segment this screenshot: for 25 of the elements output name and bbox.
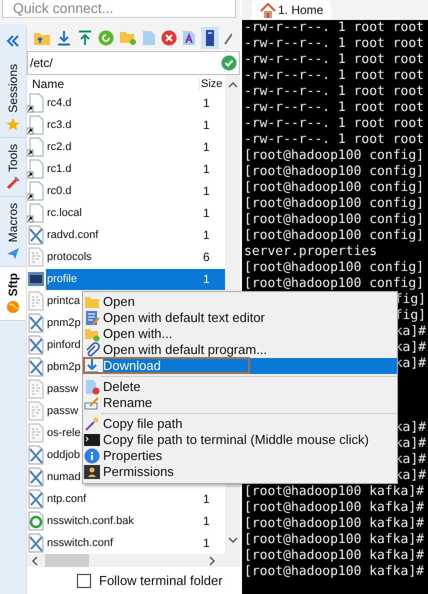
terminal-line: fig] xyxy=(394,293,426,307)
terminal-line: [root@hadoop100 config] xyxy=(244,277,424,291)
terminal-line: [root@hadoop100 config] xyxy=(244,149,424,163)
terminal-line: [root@hadoop100 config] xyxy=(244,165,424,179)
terminal-line: -rw-r--r--. 1 root root xyxy=(244,69,424,83)
terminal-line: -rw-r--r--. 1 root root xyxy=(244,133,424,147)
terminal-line: -rw-r--r--. 1 root root xyxy=(244,53,424,67)
terminal-line: [root@hadoop100 kafka]# xyxy=(244,485,424,499)
terminal-line: fig] xyxy=(394,309,426,323)
terminal-line: [root@hadoop100 kafka]# xyxy=(244,565,424,579)
terminal-line: [root@hadoop100 config] xyxy=(244,213,424,227)
terminal-line: [root@hadoop100 kafka]# xyxy=(244,517,424,531)
terminal-line: [root@hadoop100 config] xyxy=(244,229,424,243)
terminal-line: [root@hadoop100 config] xyxy=(244,181,424,195)
terminal-line: [root@hadoop100 config] xyxy=(244,261,424,275)
terminal-line: server.properties xyxy=(244,245,378,259)
terminal-line: [root@hadoop100 kafka]# xyxy=(244,501,424,515)
terminal-line: [root@hadoop100 kafka]# xyxy=(244,549,424,563)
terminal-line: -rw-r--r--. 1 root root xyxy=(244,85,424,99)
terminal-line: -rw-r--r--. 1 root root xyxy=(244,37,424,51)
terminal-line: -rw-r--r--. 1 root root xyxy=(244,117,424,131)
terminal-line: [root@hadoop100 kafka]# xyxy=(244,533,424,547)
terminal-line: -rw-r--r--. 1 root root xyxy=(244,21,424,35)
terminal-line: [root@hadoop100 config] xyxy=(244,197,424,211)
terminal-line: -rw-r--r--. 1 root root xyxy=(244,101,424,115)
